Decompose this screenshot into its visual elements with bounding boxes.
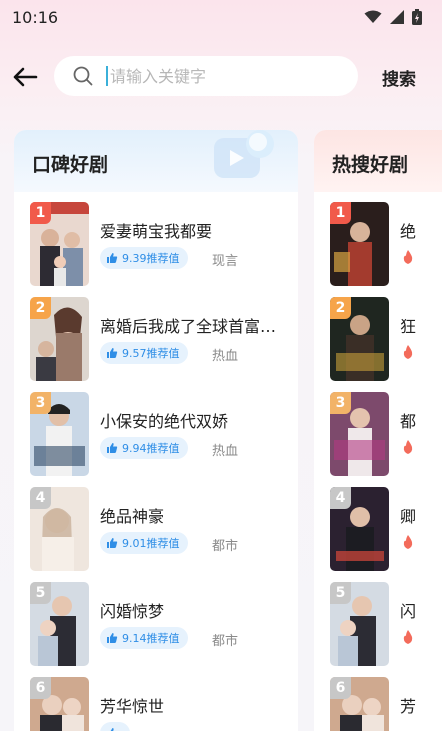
poster-image: 2 [330,297,389,381]
poster-image: 1 [330,202,389,286]
drama-title: 都 [400,412,417,431]
panel-header: 口碑好剧 [14,130,298,192]
poster-image: 6 [330,677,389,731]
rank-badge: 5 [330,582,351,604]
rank-badge: 1 [30,202,51,224]
poster-image: 3 [30,392,89,476]
fire-icon [403,630,413,644]
panel-word-of-mouth: 口碑好剧 1 爱妻萌宝我都要 9.39推荐值 现言 2 离婚后我成了全球首富… … [14,130,298,731]
recommend-badge: 9.57推荐值 [100,342,188,364]
search-box[interactable] [54,56,358,96]
poster-image: 5 [330,582,389,666]
poster-image: 4 [330,487,389,571]
drama-title: 狂 [400,317,417,336]
thumbs-up-icon [110,728,114,731]
rank-badge: 1 [330,202,351,224]
panel-title: 热搜好剧 [332,154,409,176]
list-item[interactable]: 6 芳 [330,677,442,731]
search-button[interactable]: 搜索 [382,65,416,90]
thumbs-up-icon [107,443,118,453]
rank-badge: 2 [30,297,51,319]
thumbs-up-icon [107,253,118,263]
panel-hot-search: 热搜好剧 1 绝 2 狂 3 都 4 卿 5 闪 6 芳 [314,130,442,731]
recommend-badge: 9.39推荐值 [100,247,188,269]
drama-title: 芳 [400,697,417,716]
list-item[interactable]: 6 芳华惊世 [30,677,290,731]
list-item[interactable]: 4 绝品神豪 9.01推荐值 都市 [30,487,290,571]
rank-badge: 4 [330,487,351,509]
poster-image: 1 [30,202,89,286]
search-icon [73,66,93,86]
thumbs-up-icon [107,633,118,643]
recommend-score: 9.14推荐值 [122,632,180,645]
drama-title: 卿 [400,507,417,526]
status-time: 10:16 [12,7,59,27]
arrow-left-icon [13,67,38,87]
drama-title: 小保安的绝代双娇 [100,412,229,431]
drama-title: 闪婚惊梦 [100,602,165,621]
rank-badge: 4 [30,487,51,509]
recommend-badge: 9.94推荐值 [100,437,188,459]
drama-title: 芳华惊世 [100,697,165,716]
list-item[interactable]: 2 离婚后我成了全球首富… 9.57推荐值 热血 [30,297,290,381]
recommend-score: 9.57推荐值 [122,347,180,360]
signal-icon [390,10,404,24]
thumbs-up-icon [107,538,118,548]
rank-badge: 3 [30,392,51,414]
list-item[interactable]: 5 闪 [330,582,442,666]
status-icons [364,9,422,25]
search-page: 10:16 请输入关键字 搜索 口碑好剧 1 爱妻萌宝我都要 9.39推荐值 现… [0,0,442,731]
drama-title: 绝品神豪 [100,507,165,526]
battery-icon [412,9,422,25]
drama-title: 爱妻萌宝我都要 [100,222,213,241]
list-item[interactable]: 1 绝 [330,202,442,286]
recommend-badge: 9.14推荐值 [100,627,188,649]
drama-title: 闪 [400,602,417,621]
wifi-icon [364,10,382,23]
tv-decoration-icon [214,130,274,178]
list-item[interactable]: 4 卿 [330,487,442,571]
rank-badge: 2 [330,297,351,319]
fire-icon [403,345,413,359]
list-item[interactable]: 1 爱妻萌宝我都要 9.39推荐值 现言 [30,202,290,286]
poster-image: 5 [30,582,89,666]
rank-badge: 6 [30,677,51,699]
recommend-score: 9.94推荐值 [122,442,180,455]
genre-label: 现言 [212,254,239,269]
drama-title: 绝 [400,222,417,241]
recommend-badge [100,722,130,731]
genre-label: 都市 [212,539,239,554]
status-bar: 10:16 [0,0,442,34]
text-caret [106,66,108,86]
fire-icon [403,535,413,549]
genre-label: 都市 [212,634,239,649]
genre-label: 热血 [212,444,239,459]
poster-image: 2 [30,297,89,381]
recommend-badge: 9.01推荐值 [100,532,188,554]
rank-badge: 5 [30,582,51,604]
list-item[interactable]: 3 都 [330,392,442,476]
drama-title: 离婚后我成了全球首富… [100,317,277,336]
thumbs-up-icon [107,348,118,358]
poster-image: 3 [330,392,389,476]
search-input[interactable] [110,66,310,86]
recommend-score: 9.01推荐值 [122,537,180,550]
search-header: 搜索 [0,56,442,98]
recommend-score: 9.39推荐值 [122,252,180,265]
fire-icon [403,250,413,264]
rank-badge: 6 [330,677,351,699]
genre-label: 热血 [212,349,239,364]
poster-image: 4 [30,487,89,571]
panel-header: 热搜好剧 [314,130,442,192]
back-button[interactable] [10,62,40,92]
rank-badge: 3 [330,392,351,414]
poster-image: 6 [30,677,89,731]
panel-title: 口碑好剧 [32,154,109,176]
list-item[interactable]: 2 狂 [330,297,442,381]
list-item[interactable]: 3 小保安的绝代双娇 9.94推荐值 热血 [30,392,290,476]
fire-icon [403,440,413,454]
list-item[interactable]: 5 闪婚惊梦 9.14推荐值 都市 [30,582,290,666]
